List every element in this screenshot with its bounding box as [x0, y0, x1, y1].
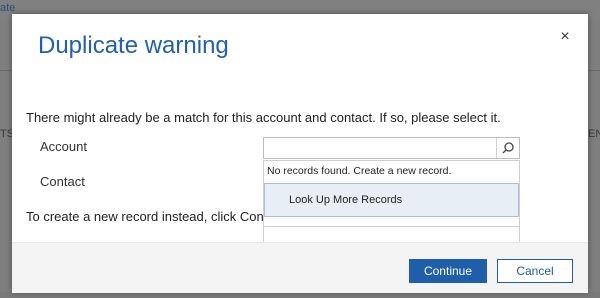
continue-button[interactable]: Continue [409, 259, 487, 283]
dropdown-divider [264, 226, 519, 227]
account-lookup-input[interactable] [263, 137, 520, 159]
cancel-button[interactable]: Cancel [497, 259, 573, 283]
background-divider [586, 70, 600, 71]
search-icon[interactable] [496, 138, 519, 158]
dialog-message: There might already be a match for this … [26, 110, 501, 125]
account-label: Account [40, 139, 87, 154]
contact-label: Contact [40, 174, 85, 189]
duplicate-warning-dialog: Duplicate warning × There might already … [12, 14, 588, 293]
dialog-title: Duplicate warning [38, 32, 229, 59]
dialog-footer: Continue Cancel [12, 242, 588, 293]
background-fragment-right: EN [588, 128, 600, 140]
create-record-text: To create a new record instead, click Co… [26, 209, 264, 224]
look-up-more-records-label: Look Up More Records [289, 194, 403, 206]
lookup-dropdown: No records found. Create a new record. L… [263, 160, 520, 248]
background-link: ate [0, 2, 16, 14]
look-up-more-records-button[interactable]: Look Up More Records [264, 183, 519, 217]
no-records-message: No records found. Create a new record. [267, 165, 452, 177]
close-icon[interactable]: × [556, 28, 574, 46]
